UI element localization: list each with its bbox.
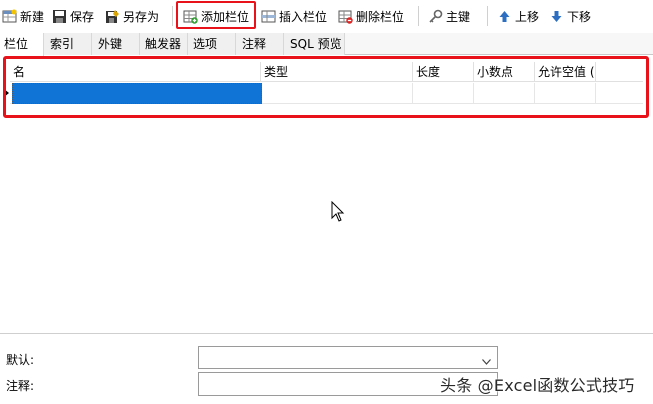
- field-grid-highlight: [3, 56, 649, 118]
- save-as-label: 另存为: [123, 9, 160, 24]
- new-button[interactable]: 新建: [2, 6, 44, 26]
- move-up-label: 上移: [515, 9, 540, 24]
- toolbar: 新建 保存 另存为 添加栏位 插入栏位 删除栏位 主键 上移 下移: [0, 0, 653, 32]
- insert-field-button[interactable]: 插入栏位: [261, 6, 327, 26]
- save-as-icon: [105, 9, 120, 24]
- primary-key-label: 主键: [446, 9, 471, 24]
- toolbar-divider: [418, 6, 419, 26]
- default-label: 默认:: [6, 353, 35, 367]
- key-icon: [428, 9, 443, 24]
- watermark: 头条 @Excel函数公式技巧: [440, 376, 635, 395]
- insert-field-label: 插入栏位: [279, 9, 328, 24]
- move-down-label: 下移: [567, 9, 592, 24]
- tab-fields[interactable]: 栏位: [0, 33, 44, 56]
- insert-field-icon: [261, 9, 276, 24]
- delete-field-label: 删除栏位: [356, 9, 405, 24]
- arrow-up-icon: [497, 9, 512, 24]
- tab-foreign-keys[interactable]: 外键: [92, 33, 140, 55]
- save-icon: [52, 9, 67, 24]
- arrow-down-icon: [549, 9, 564, 24]
- tab-options[interactable]: 选项: [188, 33, 236, 55]
- comment-label: 注释:: [6, 379, 35, 393]
- toolbar-divider: [172, 6, 173, 26]
- default-dropdown[interactable]: [198, 346, 498, 369]
- tab-comments[interactable]: 注释: [236, 33, 284, 55]
- new-table-icon: [2, 9, 17, 24]
- primary-key-button[interactable]: 主键: [428, 6, 470, 26]
- toolbar-divider: [487, 6, 488, 26]
- tab-triggers[interactable]: 触发器: [140, 33, 188, 55]
- delete-field-icon: [338, 9, 353, 24]
- chevron-down-icon[interactable]: [482, 354, 491, 365]
- add-field-highlight: [176, 1, 256, 29]
- delete-field-button[interactable]: 删除栏位: [338, 6, 404, 26]
- properties-divider: [0, 333, 653, 334]
- tab-indexes[interactable]: 索引: [44, 33, 92, 55]
- save-as-button[interactable]: 另存为: [105, 6, 159, 26]
- move-down-button[interactable]: 下移: [549, 6, 591, 26]
- new-label: 新建: [20, 9, 45, 24]
- mouse-cursor-icon: [331, 200, 345, 223]
- save-button[interactable]: 保存: [52, 6, 94, 26]
- move-up-button[interactable]: 上移: [497, 6, 539, 26]
- tab-sql-preview[interactable]: SQL 预览: [284, 33, 345, 55]
- tab-bar: 栏位 索引 外键 触发器 选项 注释 SQL 预览: [0, 33, 653, 56]
- save-label: 保存: [70, 9, 95, 24]
